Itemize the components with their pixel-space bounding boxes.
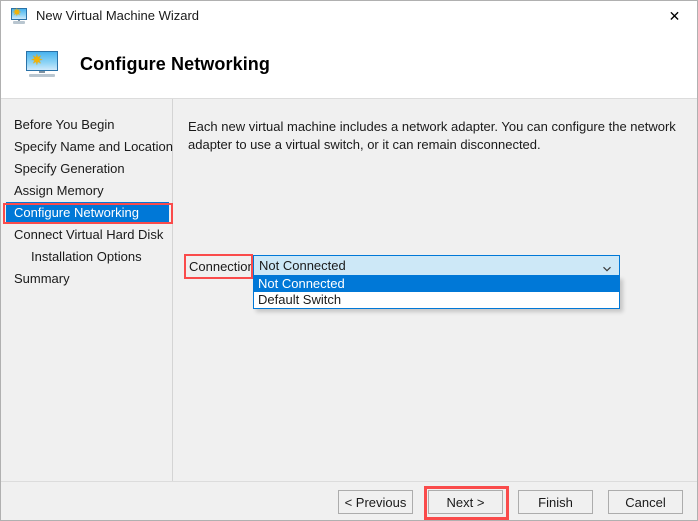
page-title: Configure Networking xyxy=(80,53,270,74)
wizard-main-panel: Each new virtual machine includes a netw… xyxy=(174,99,697,481)
wizard-footer: < Previous Next > Finish Cancel xyxy=(1,481,697,520)
virtual-machine-monitor-icon: ✷ xyxy=(26,51,58,77)
connection-label: Connection: xyxy=(189,259,259,274)
window-title: New Virtual Machine Wizard xyxy=(36,8,200,23)
wizard-body: Before You Begin Specify Name and Locati… xyxy=(1,99,697,481)
virtual-machine-monitor-icon: ✷ xyxy=(11,7,27,24)
sidebar-item-summary[interactable]: Summary xyxy=(1,268,172,290)
footer-button-group: < Previous Next > Finish Cancel xyxy=(338,486,683,520)
connection-dropdown-list: Not Connected Default Switch xyxy=(253,276,620,309)
next-button[interactable]: Next > xyxy=(424,486,509,520)
new-virtual-machine-wizard-window: ✷ New Virtual Machine Wizard ✕ ✷ Configu… xyxy=(0,0,698,521)
wizard-steps-sidebar: Before You Begin Specify Name and Locati… xyxy=(1,99,173,481)
title-bar: ✷ New Virtual Machine Wizard ✕ xyxy=(1,1,697,30)
sidebar-item-configure-networking[interactable]: Configure Networking xyxy=(6,202,169,224)
sidebar-item-specify-generation[interactable]: Specify Generation xyxy=(1,158,172,180)
sidebar-item-specify-name-and-location[interactable]: Specify Name and Location xyxy=(1,136,173,158)
cancel-button[interactable]: Cancel xyxy=(608,490,683,514)
description-text: Each new virtual machine includes a netw… xyxy=(188,119,676,152)
dropdown-option-not-connected[interactable]: Not Connected xyxy=(254,276,619,292)
dropdown-option-default-switch[interactable]: Default Switch xyxy=(254,292,619,308)
sidebar-item-before-you-begin[interactable]: Before You Begin xyxy=(1,114,172,136)
close-icon[interactable]: ✕ xyxy=(652,1,697,30)
sidebar-item-assign-memory[interactable]: Assign Memory xyxy=(1,180,172,202)
finish-button[interactable]: Finish xyxy=(518,490,593,514)
sidebar-item-connect-virtual-hard-disk[interactable]: Connect Virtual Hard Disk xyxy=(1,224,172,246)
next-button-label: Next > xyxy=(446,494,485,510)
page-header: ✷ Configure Networking xyxy=(1,30,697,99)
sidebar-item-installation-options[interactable]: Installation Options xyxy=(1,246,172,268)
connection-selected-value: Not Connected xyxy=(259,258,346,273)
chevron-down-icon[interactable] xyxy=(602,261,612,272)
connection-dropdown-field[interactable]: Not Connected xyxy=(253,255,620,276)
connection-dropdown[interactable]: Not Connected Not Connected Default Swit… xyxy=(253,255,620,309)
previous-button[interactable]: < Previous xyxy=(338,490,413,514)
